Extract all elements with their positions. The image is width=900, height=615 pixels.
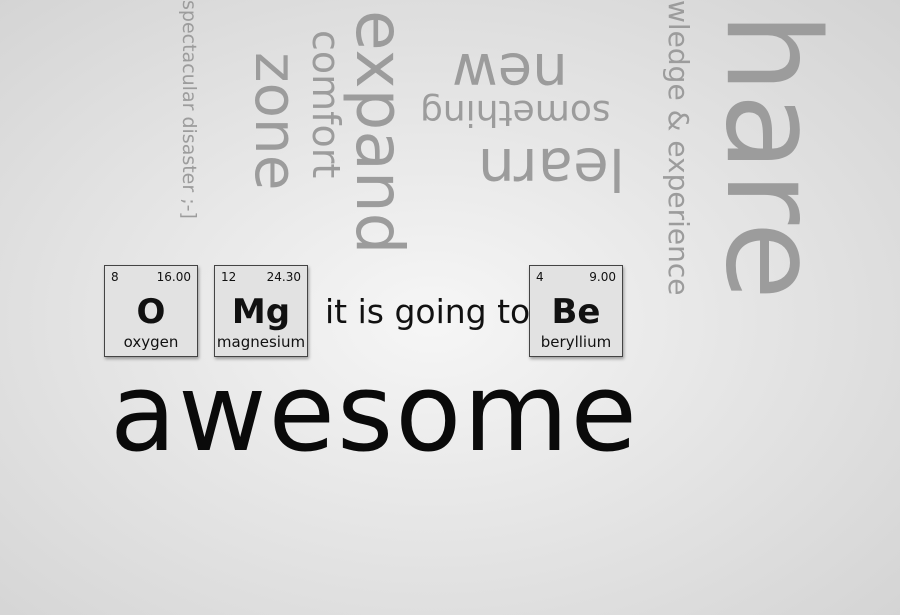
word-something: something [420, 92, 611, 133]
word-learn: learn [478, 135, 625, 203]
word-zone: zone [242, 52, 310, 191]
word-spectacular-disaster: spectacular disaster ;-] [178, 0, 200, 219]
atomic-number: 12 [221, 270, 237, 284]
atomic-number: 4 [536, 270, 544, 284]
element-tile-oxygen: 8 16.00 O oxygen [104, 265, 198, 357]
element-symbol: Mg [231, 292, 291, 332]
atomic-number: 8 [111, 270, 119, 284]
atomic-mass: 24.30 [266, 270, 301, 284]
element-tile-beryllium: 4 9.00 Be beryllium [529, 265, 623, 357]
headline-awesome: awesome [110, 351, 639, 476]
word-expand: expand [341, 10, 418, 255]
element-tile-magnesium: 12 24.30 Mg magnesium [214, 265, 308, 357]
phrase-text: it is going to [325, 292, 531, 331]
element-symbol: Be [551, 292, 601, 332]
atomic-mass: 9.00 [589, 270, 616, 284]
word-knowledge-experience: wledge & experience [662, 0, 695, 296]
word-share: hare [697, 12, 846, 301]
element-name: beryllium [540, 333, 612, 351]
element-symbol: O [136, 292, 166, 332]
element-name: oxygen [123, 333, 179, 351]
word-comfort: comfort [304, 30, 348, 179]
element-name: magnesium [216, 333, 306, 351]
atomic-mass: 16.00 [156, 270, 191, 284]
